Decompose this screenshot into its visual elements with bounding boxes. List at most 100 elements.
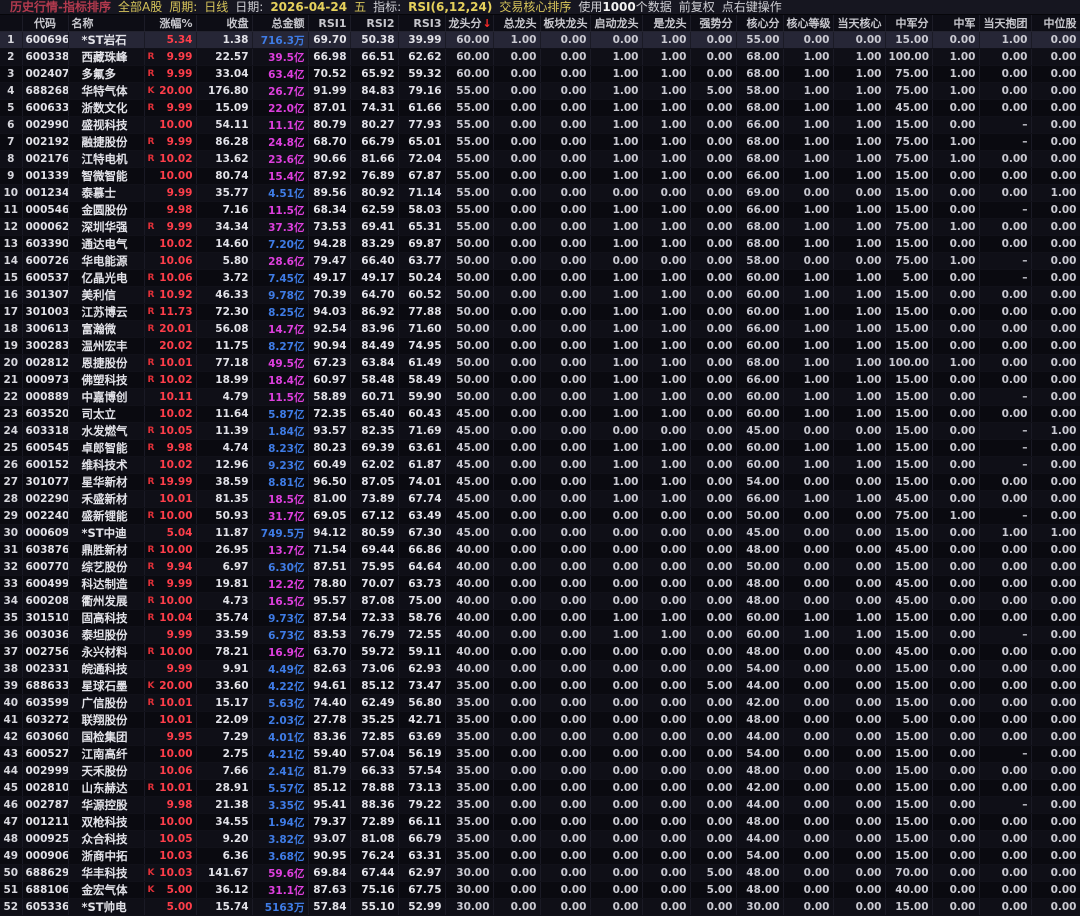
cell-sector-leader: 0.00 xyxy=(540,439,591,457)
table-row[interactable]: 5 600633 浙数文化 R 9.99 15.09 22.0亿 87.01 74.31 61.6… xyxy=(0,99,1080,117)
table-row[interactable]: 8 002176 江特电机 R 10.02 13.62 23.6亿 90.66 81.66 72.… xyxy=(0,150,1080,168)
table-row[interactable]: 25 600545 卓郎智能 R 9.98 4.74 8.23亿 80.23 69.39 63.6… xyxy=(0,439,1080,457)
table-row[interactable]: 30 000609 *ST中迪 5.04 11.87 749.5万 94.12 80.59 67… xyxy=(0,524,1080,542)
table-row[interactable]: 49 000906 浙商中拓 10.03 6.36 3.68亿 90.95 76.24 63.3… xyxy=(0,847,1080,865)
col-header-core-score[interactable]: 核心分 xyxy=(736,15,784,32)
col-header-army[interactable]: 中军 xyxy=(932,15,980,32)
table-row[interactable]: 36 003036 泰坦股份 9.99 33.59 6.73亿 83.53 76.79 72.5… xyxy=(0,626,1080,644)
col-header-code[interactable]: 代码 xyxy=(22,15,69,32)
cell-index: 29 xyxy=(0,507,23,525)
table-row[interactable]: 22 000889 中嘉博创 10.11 4.79 11.5亿 58.89 60.71 59.9… xyxy=(0,388,1080,406)
table-row[interactable]: 10 001234 泰慕士 9.99 35.77 4.51亿 89.56 80.92 71.14… xyxy=(0,184,1080,202)
cell-total-leader: 0.00 xyxy=(493,235,541,253)
table-row[interactable]: 26 600152 维科技术 10.02 12.96 9.23亿 60.49 62.02 61.… xyxy=(0,456,1080,474)
table-row[interactable]: 1 600696 *ST岩石 5.34 1.38 716.3万 69.70 50.38 39.9… xyxy=(0,31,1080,49)
table-row[interactable]: 28 002290 禾盛新材 10.01 81.35 18.5亿 81.00 73.89 67.… xyxy=(0,490,1080,508)
table-row[interactable]: 34 600208 衢州发展 R 10.00 4.73 16.5亿 95.57 87.08 75.… xyxy=(0,592,1080,610)
cell-rsi1: 70.52 xyxy=(308,65,351,83)
table-row[interactable]: 40 603599 广信股份 R 10.01 15.17 5.63亿 74.40 62.49 56… xyxy=(0,694,1080,712)
table-row[interactable]: 20 002812 恩捷股份 R 10.01 77.18 49.5亿 67.23 63.84 61… xyxy=(0,354,1080,372)
col-header-start-leader[interactable]: 启动龙头 xyxy=(590,15,643,32)
col-header-name[interactable]: 名称 xyxy=(68,15,145,32)
table-row[interactable]: 42 603060 国检集团 9.95 7.29 4.01亿 83.36 72.85 63.69… xyxy=(0,728,1080,746)
table-row[interactable]: 45 002810 山东赫达 R 10.01 28.91 5.57亿 85.12 78.88 73… xyxy=(0,779,1080,797)
date-value[interactable]: 2026-04-24 xyxy=(270,0,347,14)
cell-is-leader: 1.00 xyxy=(642,218,691,236)
table-row[interactable]: 27 301077 星华新材 R 19.99 38.59 8.81亿 96.50 87.05 74… xyxy=(0,473,1080,491)
table-row[interactable]: 13 603390 通达电气 10.02 14.60 7.20亿 94.28 83.29 69.… xyxy=(0,235,1080,253)
table-row[interactable]: 35 301510 固高科技 R 10.04 35.74 9.73亿 87.54 72.33 58… xyxy=(0,609,1080,627)
cell-day-core: 0.00 xyxy=(833,643,886,661)
table-row[interactable]: 19 300283 温州宏丰 20.02 11.75 8.27亿 90.94 84.49 74.… xyxy=(0,337,1080,355)
board-flag: R xyxy=(147,579,155,589)
table-row[interactable]: 12 000062 深圳华强 R 9.99 34.34 37.3亿 73.53 69.41 65.… xyxy=(0,218,1080,236)
col-header-sector-leader[interactable]: 板块龙头 xyxy=(540,15,591,32)
table-row[interactable]: 41 603272 联翔股份 10.01 22.09 2.03亿 27.78 35.25 42.… xyxy=(0,711,1080,729)
table-row[interactable]: 52 605336 *ST帅电 5.00 15.74 5163万 57.84 55.10 52.… xyxy=(0,898,1080,916)
cell-close: 38.59 xyxy=(196,473,253,491)
col-header-rsi1[interactable]: RSI1 xyxy=(308,15,351,32)
table-row[interactable]: 33 600499 科达制造 R 9.99 19.81 12.2亿 78.80 70.07 63.… xyxy=(0,575,1080,593)
table-row[interactable]: 47 001211 双枪科技 10.00 34.55 1.94亿 79.37 72.89 66.… xyxy=(0,813,1080,831)
col-header-change[interactable]: 涨幅% xyxy=(144,15,197,32)
col-header-day-group[interactable]: 当天抱团 xyxy=(979,15,1032,32)
cell-start-leader: 0.00 xyxy=(590,847,643,865)
table-row[interactable]: 21 000973 佛塑科技 R 10.02 18.99 18.4亿 60.97 58.48 58… xyxy=(0,371,1080,389)
cell-rsi2: 63.84 xyxy=(350,354,399,372)
table-row[interactable]: 17 301003 江苏博云 R 11.73 72.30 8.25亿 94.03 86.92 77… xyxy=(0,303,1080,321)
table-row[interactable]: 38 002331 皖通科技 9.99 9.91 4.49亿 82.63 73.06 62.93… xyxy=(0,660,1080,678)
cell-rsi3: 39.99 xyxy=(398,31,446,49)
market-scope[interactable]: 全部A股 xyxy=(118,0,162,14)
table-row[interactable]: 31 603876 鼎胜新材 R 10.00 26.95 13.7亿 71.54 69.44 66… xyxy=(0,541,1080,559)
sort-mode[interactable]: 交易核心排序 xyxy=(499,0,571,14)
cell-rsi2: 80.59 xyxy=(350,524,399,542)
col-header-rsi2[interactable]: RSI2 xyxy=(350,15,399,32)
table-row[interactable]: 43 600527 江南高纤 10.00 2.75 4.21亿 59.40 57.04 56.1… xyxy=(0,745,1080,763)
col-header-total-leader[interactable]: 总龙头 xyxy=(493,15,541,32)
table-row[interactable]: 50 688629 华丰科技 K 10.03 141.67 59.6亿 69.84 67.44 6… xyxy=(0,864,1080,882)
period-value[interactable]: 日线 xyxy=(204,0,228,14)
cell-day-group: 0.00 xyxy=(979,303,1032,321)
table-row[interactable]: 3 002407 多氟多 R 9.99 33.04 63.4亿 70.52 65.92 59.32… xyxy=(0,65,1080,83)
col-header-is-leader[interactable]: 是龙头 xyxy=(642,15,691,32)
table-row[interactable]: 16 301307 美利信 R 10.92 46.33 9.78亿 70.39 64.70 60.… xyxy=(0,286,1080,304)
table-row[interactable]: 24 603318 水发燃气 R 10.05 11.39 1.84亿 93.57 82.35 71… xyxy=(0,422,1080,440)
col-header-index[interactable] xyxy=(0,15,23,32)
cell-army: 0.00 xyxy=(932,541,980,559)
board-flag: R xyxy=(147,545,155,555)
col-header-army-score[interactable]: 中军分 xyxy=(885,15,933,32)
col-header-strong-score[interactable]: 强势分 xyxy=(690,15,737,32)
col-header-rsi3[interactable]: RSI3 xyxy=(398,15,446,32)
table-row[interactable]: 48 000925 众合科技 10.05 9.20 3.82亿 93.07 81.08 66.7… xyxy=(0,830,1080,848)
table-row[interactable]: 32 600770 综艺股份 R 9.94 6.97 6.30亿 87.51 75.95 64.6… xyxy=(0,558,1080,576)
table-row[interactable]: 14 600726 华电能源 10.06 5.80 28.6亿 79.47 66.40 63.7… xyxy=(0,252,1080,270)
col-header-close[interactable]: 收盘 xyxy=(196,15,253,32)
cell-total-leader: 0.00 xyxy=(493,660,541,678)
cell-strong-score: 0.00 xyxy=(690,337,737,355)
col-header-amount[interactable]: 总金额 xyxy=(252,15,309,32)
col-header-leader-score[interactable]: 龙头分↓ xyxy=(445,15,494,32)
table-row[interactable]: 9 001339 智微智能 10.00 80.74 15.4亿 87.92 76.89 67.8… xyxy=(0,167,1080,185)
col-header-median-stock[interactable]: 中位股 xyxy=(1031,15,1080,32)
table-row[interactable]: 37 002756 永兴材料 R 10.00 78.21 16.9亿 63.70 59.72 59… xyxy=(0,643,1080,661)
cell-day-group: – xyxy=(979,269,1032,287)
table-row[interactable]: 15 600537 亿晶光电 R 10.06 3.72 7.45亿 49.17 49.17 50.… xyxy=(0,269,1080,287)
table-row[interactable]: 39 688633 星球石墨 K 20.00 33.60 4.22亿 94.61 85.12 73… xyxy=(0,677,1080,695)
cell-index: 4 xyxy=(0,82,23,100)
table-row[interactable]: 7 002192 融捷股份 R 9.99 86.28 24.8亿 68.70 66.79 65.0… xyxy=(0,133,1080,151)
table-row[interactable]: 18 300613 富瀚微 R 20.01 56.08 14.7亿 92.54 83.96 71.… xyxy=(0,320,1080,338)
indicator-value[interactable]: RSI(6,12,24) xyxy=(408,0,492,14)
table-row[interactable]: 44 002999 天禾股份 10.06 7.66 2.41亿 81.79 66.33 57.5… xyxy=(0,762,1080,780)
cell-day-core: 1.00 xyxy=(833,354,886,372)
table-row[interactable]: 23 603520 司太立 10.02 11.64 5.87亿 72.35 65.40 60.4… xyxy=(0,405,1080,423)
table-row[interactable]: 46 002787 华源控股 9.98 21.38 3.35亿 95.41 88.36 79.2… xyxy=(0,796,1080,814)
table-row[interactable]: 6 002990 盛视科技 10.00 54.11 11.1亿 80.79 80.27 77.9… xyxy=(0,116,1080,134)
col-header-day-core[interactable]: 当天核心 xyxy=(833,15,886,32)
adjust-mode[interactable]: 前复权 xyxy=(679,0,715,14)
table-row[interactable]: 11 000546 金圆股份 9.98 7.16 11.5亿 68.34 62.59 58.03… xyxy=(0,201,1080,219)
table-row[interactable]: 51 688106 金宏气体 K 5.00 36.12 31.1亿 87.63 75.16 67.… xyxy=(0,881,1080,899)
table-row[interactable]: 29 002240 盛新锂能 R 10.00 50.93 31.7亿 69.05 67.12 63… xyxy=(0,507,1080,525)
col-header-core-level[interactable]: 核心等级 xyxy=(783,15,834,32)
table-row[interactable]: 2 600338 西藏珠峰 R 9.99 22.57 39.5亿 66.98 66.51 62.6… xyxy=(0,48,1080,66)
table-row[interactable]: 4 688268 华特气体 K 20.00 176.80 26.7亿 91.99 84.83 79… xyxy=(0,82,1080,100)
